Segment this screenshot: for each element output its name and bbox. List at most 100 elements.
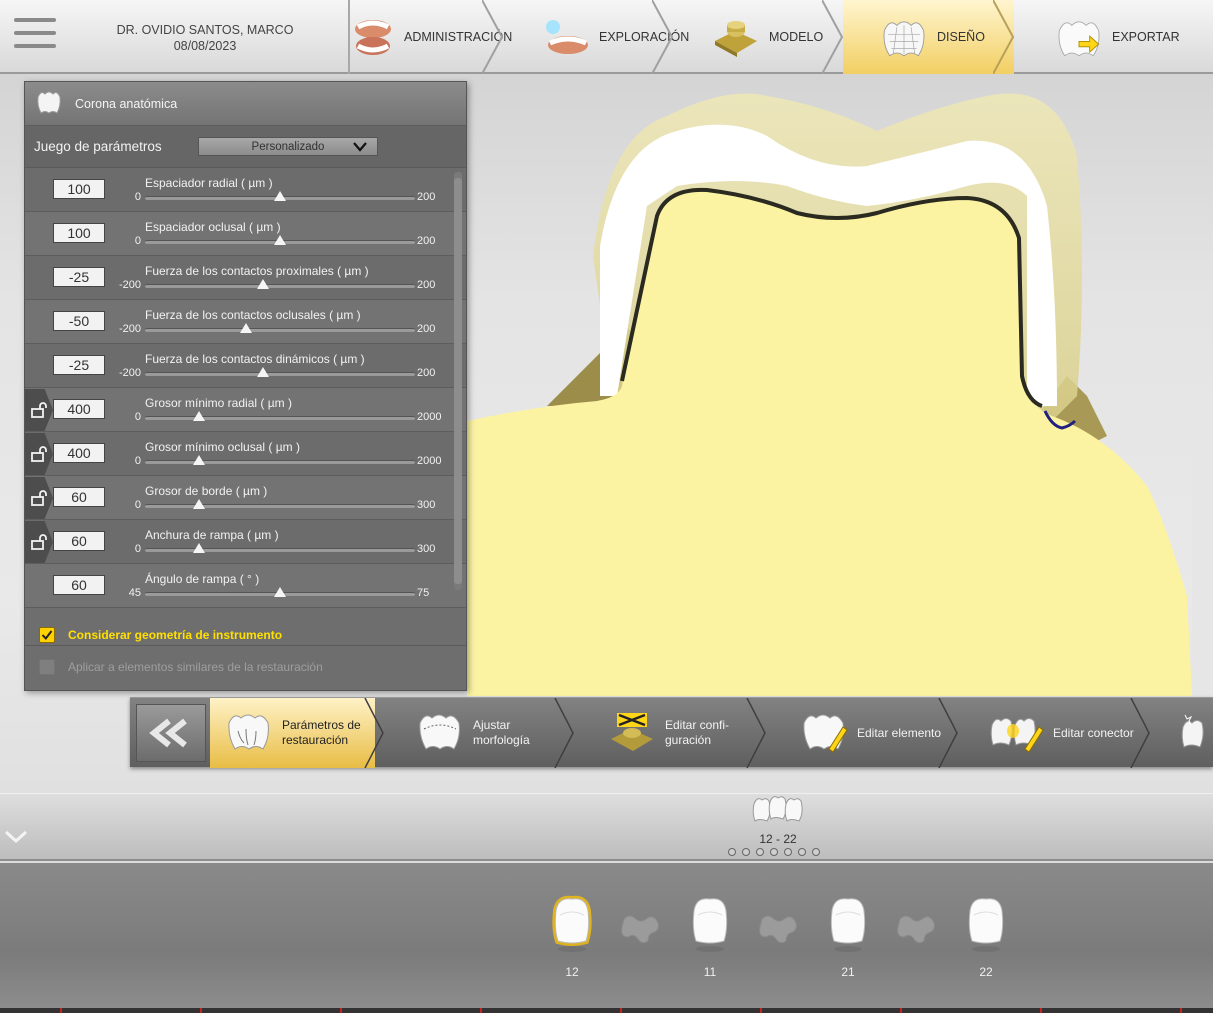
- tooth-11[interactable]: 11: [688, 895, 732, 979]
- slider-thumb[interactable]: [257, 367, 270, 377]
- parameter-value-input[interactable]: -25: [53, 355, 105, 375]
- parameter-slider[interactable]: [145, 411, 415, 421]
- connector-icon[interactable]: [896, 911, 938, 948]
- tool-edit-configuration[interactable]: Editar confi-guración: [565, 698, 766, 768]
- slider-thumb[interactable]: [274, 587, 286, 597]
- page-dot[interactable]: [770, 848, 778, 856]
- page-dot[interactable]: [728, 848, 736, 856]
- tooth-21[interactable]: 21: [826, 895, 870, 979]
- tooth-selector: 12 11 21 22: [0, 863, 1213, 1013]
- apply-similar-option[interactable]: Aplicar a elementos similares de la rest…: [25, 651, 466, 683]
- edit-element-icon: [799, 709, 849, 758]
- panel-scrollbar[interactable]: [454, 172, 462, 590]
- slider-thumb[interactable]: [193, 411, 205, 421]
- tool-restoration-parameters[interactable]: Parámetros de restauración: [210, 698, 384, 768]
- slider-max-label: 200: [417, 279, 436, 291]
- slider-min-label: 0: [134, 235, 141, 247]
- parameter-value-input[interactable]: -50: [53, 311, 105, 331]
- step-diseno[interactable]: DISEÑO: [843, 0, 1015, 74]
- slider-max-label: 200: [417, 235, 436, 247]
- step-administracion[interactable]: ADMINISTRACIÓN: [350, 0, 512, 74]
- parameter-slider[interactable]: [145, 191, 415, 201]
- tool-label: Ajustar: [473, 718, 511, 732]
- double-chevron-left-icon: [149, 718, 187, 748]
- preset-dropdown[interactable]: Personalizado: [198, 137, 378, 156]
- apply-similar-checkbox[interactable]: [39, 659, 55, 675]
- export-crown-icon: [1054, 15, 1104, 59]
- page-dot[interactable]: [742, 848, 750, 856]
- parameter-value-input[interactable]: 100: [53, 223, 105, 243]
- parameter-slider[interactable]: [145, 455, 415, 465]
- parameter-slider[interactable]: [145, 279, 415, 289]
- slider-max-label: 2000: [417, 455, 442, 467]
- tool-edit-element[interactable]: Editar elemento: [757, 698, 958, 768]
- parameter-row: -25 Fuerza de los contactos dinámicos ( µ…: [25, 344, 466, 388]
- step-label: DISEÑO: [937, 30, 985, 44]
- step-modelo[interactable]: MODELO: [673, 0, 844, 74]
- parameter-row: 100 Espaciador oclusal ( µm ) 0 200: [25, 212, 466, 256]
- tooth-number: 12: [565, 965, 579, 979]
- chevron-down-icon: [353, 142, 367, 152]
- slider-min-label: -200: [118, 367, 141, 379]
- back-button[interactable]: [136, 704, 206, 762]
- restoration-params-icon: [224, 709, 274, 758]
- connector-icon[interactable]: [620, 911, 662, 948]
- tooth-22[interactable]: 22: [964, 895, 1008, 979]
- model-icon: [711, 15, 761, 59]
- tool-more[interactable]: [1141, 698, 1213, 768]
- lock-toggle[interactable]: [25, 389, 53, 431]
- hamburger-menu-icon[interactable]: [14, 18, 56, 58]
- parameter-value-input[interactable]: 60: [53, 487, 105, 507]
- consider-geometry-option[interactable]: Considerar geometría de instrumento: [25, 619, 466, 651]
- page-dot[interactable]: [812, 848, 820, 856]
- slider-thumb[interactable]: [193, 455, 205, 465]
- page-dot[interactable]: [756, 848, 764, 856]
- lock-toggle[interactable]: [25, 521, 53, 563]
- parameter-name: Fuerza de los contactos oclusales ( µm ): [145, 308, 361, 322]
- parameter-slider[interactable]: [145, 235, 415, 245]
- parameter-value-input[interactable]: 60: [53, 531, 105, 551]
- tool-adjust-morphology[interactable]: Ajustar morfología: [375, 698, 574, 768]
- connector-icon[interactable]: [758, 911, 800, 948]
- slider-thumb[interactable]: [193, 543, 205, 553]
- slider-thumb[interactable]: [240, 323, 253, 333]
- parameter-slider[interactable]: [145, 543, 415, 553]
- parameter-slider[interactable]: [145, 323, 415, 333]
- design-workflow-toolbar: Parámetros de restauración Ajustar morfolo…: [130, 697, 1213, 768]
- lock-toggle[interactable]: [25, 433, 53, 475]
- parameter-value-input[interactable]: 400: [53, 443, 105, 463]
- chevron-down-icon[interactable]: [4, 830, 28, 844]
- parameter-value-input[interactable]: 400: [53, 399, 105, 419]
- die: [467, 187, 1192, 696]
- tooth-12[interactable]: 12: [550, 895, 594, 979]
- lock-toggle[interactable]: [25, 477, 53, 519]
- slider-thumb[interactable]: [257, 279, 270, 289]
- tool-edit-connector[interactable]: Editar conector: [949, 698, 1150, 768]
- page-dot[interactable]: [798, 848, 806, 856]
- parameter-value-input[interactable]: 60: [53, 575, 105, 595]
- slider-thumb[interactable]: [274, 235, 286, 245]
- step-exploracion[interactable]: EXPLORACIÓN: [503, 0, 689, 74]
- tooth-number: 22: [979, 965, 993, 979]
- page-dot[interactable]: [784, 848, 792, 856]
- tool-label: restauración: [282, 733, 349, 747]
- parameter-slider[interactable]: [145, 587, 415, 597]
- parameter-value-input[interactable]: 100: [53, 179, 105, 199]
- step-label: EXPORTAR: [1112, 30, 1180, 44]
- bridge-icon[interactable]: [750, 792, 808, 828]
- parameter-row: 60 Anchura de rampa ( µm ) 0 300: [25, 520, 466, 564]
- taskbar-edge: [0, 1008, 1213, 1013]
- 3d-viewport[interactable]: [467, 76, 1213, 696]
- parameter-value-input[interactable]: -25: [53, 267, 105, 287]
- slider-thumb[interactable]: [193, 499, 205, 509]
- step-exportar[interactable]: EXPORTAR: [1014, 0, 1213, 74]
- slider-thumb[interactable]: [274, 191, 286, 201]
- consider-geometry-checkbox[interactable]: [39, 627, 55, 643]
- scrollbar-thumb[interactable]: [454, 178, 462, 584]
- parameter-slider[interactable]: [145, 367, 415, 377]
- parameter-row: 60 Ángulo de rampa ( ° ) 45 75: [25, 564, 466, 608]
- tooth-icon: [968, 898, 1004, 952]
- parameter-slider[interactable]: [145, 499, 415, 509]
- tooth-icon: [830, 898, 866, 952]
- divider: [25, 645, 466, 646]
